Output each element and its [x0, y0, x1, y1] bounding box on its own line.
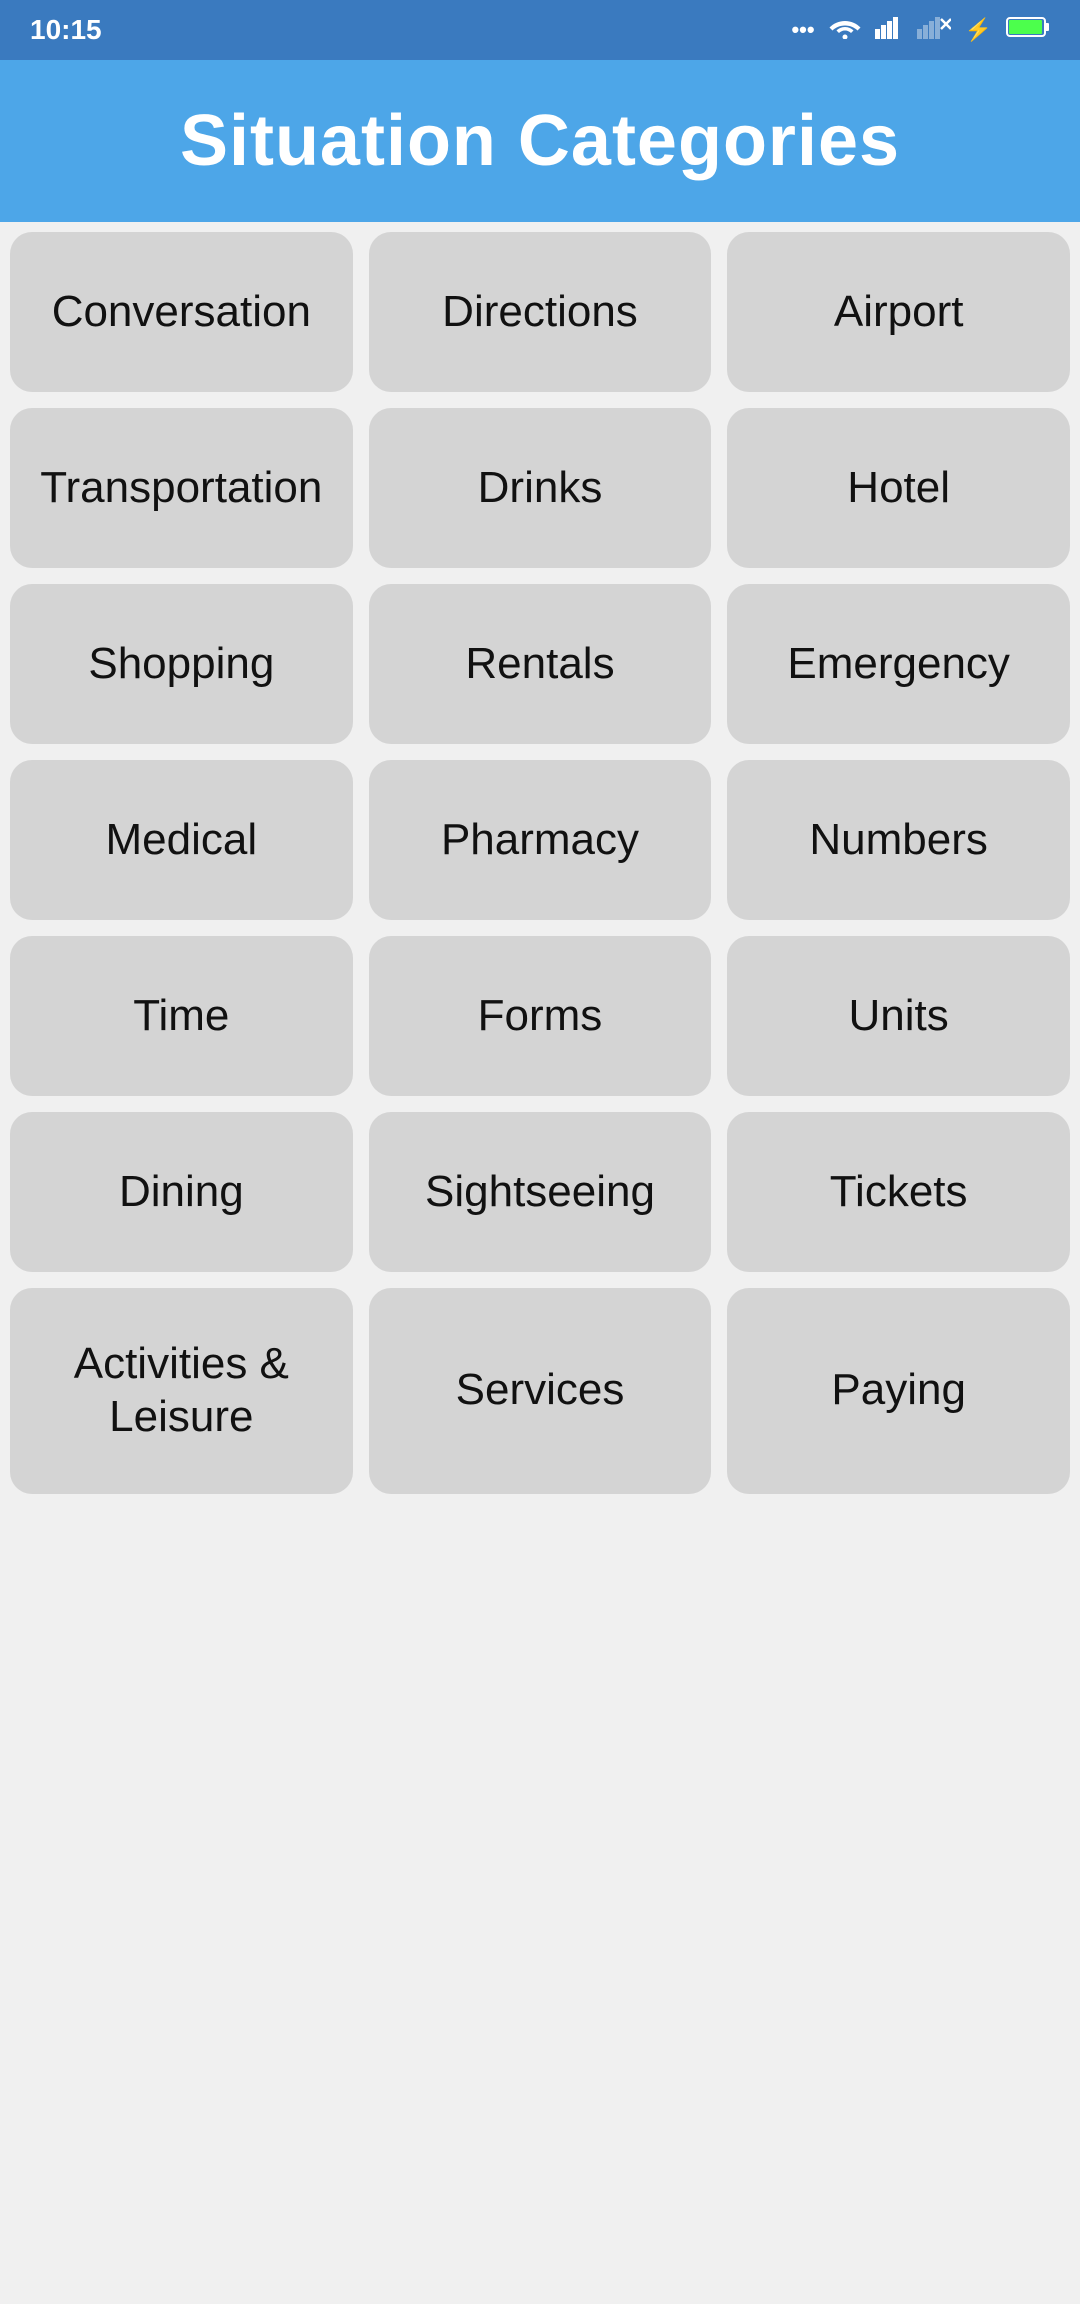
category-button-services[interactable]: Services — [369, 1288, 712, 1494]
status-icons: ••• ⚡ — [791, 15, 1050, 45]
category-button-sightseeing[interactable]: Sightseeing — [369, 1112, 712, 1272]
category-button-emergency[interactable]: Emergency — [727, 584, 1070, 744]
category-button-time[interactable]: Time — [10, 936, 353, 1096]
category-button-activities-leisure[interactable]: Activities & Leisure — [10, 1288, 353, 1494]
category-button-transportation[interactable]: Transportation — [10, 408, 353, 568]
category-button-units[interactable]: Units — [727, 936, 1070, 1096]
status-time: 10:15 — [30, 14, 102, 46]
more-icon: ••• — [791, 17, 814, 43]
page-title: Situation Categories — [20, 100, 1060, 182]
wifi-icon — [829, 15, 861, 45]
bottom-space — [0, 1504, 1080, 2304]
category-button-dining[interactable]: Dining — [10, 1112, 353, 1272]
category-button-numbers[interactable]: Numbers — [727, 760, 1070, 920]
category-button-pharmacy[interactable]: Pharmacy — [369, 760, 712, 920]
category-button-paying[interactable]: Paying — [727, 1288, 1070, 1494]
signal-icon — [875, 15, 903, 45]
category-button-medical[interactable]: Medical — [10, 760, 353, 920]
signal-x-icon — [917, 15, 951, 45]
category-button-tickets[interactable]: Tickets — [727, 1112, 1070, 1272]
battery-icon — [1006, 16, 1050, 44]
category-button-drinks[interactable]: Drinks — [369, 408, 712, 568]
category-button-directions[interactable]: Directions — [369, 232, 712, 392]
charging-icon: ⚡ — [965, 17, 992, 43]
page-header: Situation Categories — [0, 60, 1080, 222]
category-button-rentals[interactable]: Rentals — [369, 584, 712, 744]
category-button-conversation[interactable]: Conversation — [10, 232, 353, 392]
category-button-forms[interactable]: Forms — [369, 936, 712, 1096]
category-button-hotel[interactable]: Hotel — [727, 408, 1070, 568]
status-bar: 10:15 ••• — [0, 0, 1080, 60]
categories-grid: ConversationDirectionsAirport Transportat… — [0, 222, 1080, 1504]
category-button-shopping[interactable]: Shopping — [10, 584, 353, 744]
category-button-airport[interactable]: Airport — [727, 232, 1070, 392]
